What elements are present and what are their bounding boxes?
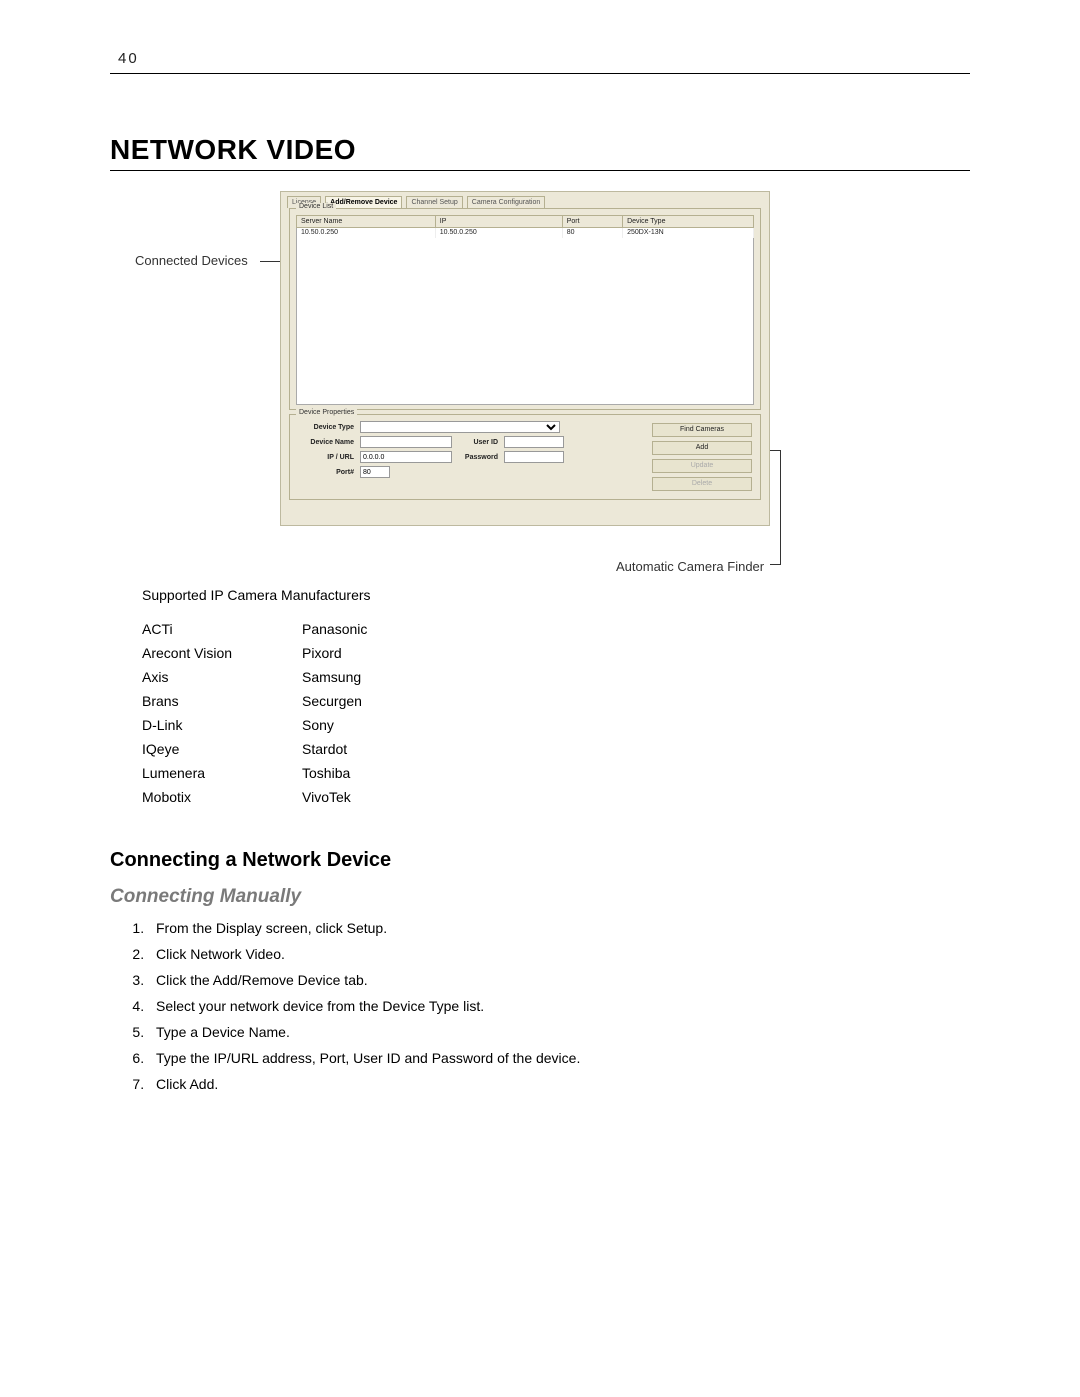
- step-item: Type a Device Name.: [148, 1024, 990, 1040]
- list-item: Samsung: [302, 665, 367, 689]
- step-item: Click Add.: [148, 1076, 990, 1092]
- callout-line: [770, 450, 780, 451]
- list-item: Pixord: [302, 641, 367, 665]
- list-item: Panasonic: [302, 617, 367, 641]
- step-item: From the Display screen, click Setup.: [148, 920, 990, 936]
- step-item: Click Network Video.: [148, 946, 990, 962]
- manufacturers-intro: Supported IP Camera Manufacturers: [142, 587, 990, 603]
- callout-line: [770, 564, 780, 565]
- delete-button[interactable]: Delete: [652, 477, 752, 491]
- step-item: Select your network device from the Devi…: [148, 998, 990, 1014]
- col-port[interactable]: Port: [562, 216, 622, 228]
- update-button[interactable]: Update: [652, 459, 752, 473]
- cell-ip: 10.50.0.250: [435, 228, 562, 238]
- page-number: 40: [118, 50, 990, 67]
- add-button[interactable]: Add: [652, 441, 752, 455]
- app-window: License Add/Remove Device Channel Setup …: [280, 191, 770, 526]
- user-id-input[interactable]: [504, 436, 564, 448]
- tab-add-remove-device[interactable]: Add/Remove Device: [325, 196, 402, 208]
- list-item: Stardot: [302, 737, 367, 761]
- password-input[interactable]: [504, 451, 564, 463]
- manufacturers-col-1: ACTi Arecont Vision Axis Brans D-Link IQ…: [142, 617, 232, 809]
- list-item: D-Link: [142, 713, 232, 737]
- col-ip[interactable]: IP: [435, 216, 562, 228]
- manufacturers-columns: ACTi Arecont Vision Axis Brans D-Link IQ…: [142, 617, 990, 809]
- col-server-name[interactable]: Server Name: [297, 216, 436, 228]
- device-list-table[interactable]: Server Name IP Port Device Type 10.50.0.…: [296, 215, 754, 405]
- tab-channel-setup[interactable]: Channel Setup: [406, 196, 462, 208]
- cell-port: 80: [562, 228, 622, 238]
- port-label: Port#: [296, 469, 354, 476]
- subsubheading-manually: Connecting Manually: [110, 886, 990, 908]
- device-type-select[interactable]: [360, 421, 560, 433]
- device-type-label: Device Type: [296, 424, 354, 431]
- list-item: Lumenera: [142, 761, 232, 785]
- device-properties-group: Device Properties Device Type Device Nam…: [289, 414, 761, 500]
- manufacturers-col-2: Panasonic Pixord Samsung Securgen Sony S…: [302, 617, 367, 809]
- table-row[interactable]: 10.50.0.250 10.50.0.250 80 250DX-13N: [297, 228, 754, 238]
- step-item: Type the IP/URL address, Port, User ID a…: [148, 1050, 990, 1066]
- cell-type: 250DX-13N: [623, 228, 754, 238]
- callout-connected-devices: Connected Devices: [135, 253, 248, 268]
- section-title: NETWORK VIDEO: [110, 134, 990, 166]
- ip-url-input[interactable]: [360, 451, 452, 463]
- list-item: Brans: [142, 689, 232, 713]
- callout-line: [780, 450, 781, 565]
- device-list-group: Device List Server Name IP Port Device T…: [289, 208, 761, 410]
- list-item: VivoTek: [302, 785, 367, 809]
- list-item: Arecont Vision: [142, 641, 232, 665]
- screenshot-figure: Connected Devices License Add/Remove Dev…: [110, 191, 970, 571]
- tab-camera-configuration[interactable]: Camera Configuration: [467, 196, 545, 208]
- list-item: ACTi: [142, 617, 232, 641]
- group-label: Device List: [296, 203, 336, 210]
- port-input[interactable]: [360, 466, 390, 478]
- group-label: Device Properties: [296, 409, 357, 416]
- callout-auto-finder: Automatic Camera Finder: [616, 559, 764, 574]
- list-item: Toshiba: [302, 761, 367, 785]
- col-device-type[interactable]: Device Type: [623, 216, 754, 228]
- device-name-label: Device Name: [296, 439, 354, 446]
- list-item: Sony: [302, 713, 367, 737]
- title-underline: [110, 170, 970, 171]
- cell-server: 10.50.0.250: [297, 228, 436, 238]
- list-item: IQeye: [142, 737, 232, 761]
- device-name-input[interactable]: [360, 436, 452, 448]
- steps-list: From the Display screen, click Setup. Cl…: [148, 920, 990, 1092]
- page-rule: [110, 73, 970, 74]
- find-cameras-button[interactable]: Find Cameras: [652, 423, 752, 437]
- user-id-label: User ID: [458, 439, 498, 446]
- ip-url-label: IP / URL: [296, 454, 354, 461]
- step-item: Click the Add/Remove Device tab.: [148, 972, 990, 988]
- list-item: Securgen: [302, 689, 367, 713]
- subheading-connecting: Connecting a Network Device: [110, 849, 990, 872]
- list-item: Mobotix: [142, 785, 232, 809]
- password-label: Password: [458, 454, 498, 461]
- list-item: Axis: [142, 665, 232, 689]
- tab-strip: License Add/Remove Device Channel Setup …: [281, 192, 769, 208]
